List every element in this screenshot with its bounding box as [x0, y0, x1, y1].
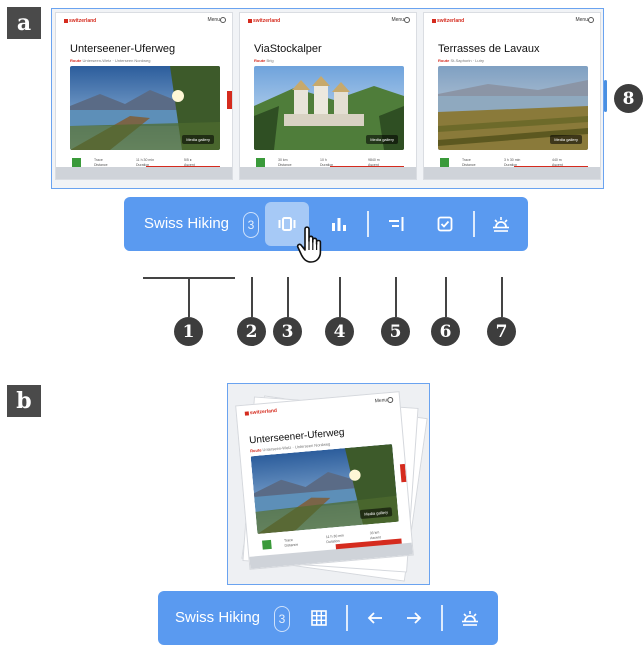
- search-icon[interactable]: [220, 17, 226, 23]
- item-count-badge: 3: [274, 606, 290, 632]
- scroll-indicator[interactable]: [604, 80, 607, 112]
- next-button[interactable]: [392, 596, 436, 640]
- panel-label-a: a: [7, 7, 41, 39]
- brand-logo: switzerland: [248, 18, 280, 24]
- menu-button[interactable]: Menu: [391, 17, 404, 23]
- toolbar-title: Swiss Hiking: [175, 609, 261, 626]
- panel-label-b: b: [7, 385, 41, 417]
- card-subtitle: Route Unterseen-Wetz · Unterseen Nordweg: [70, 58, 151, 63]
- brand-logo: switzerland: [64, 18, 96, 24]
- leader-line: [339, 277, 341, 317]
- leader-line: [251, 277, 253, 317]
- stat-value: 10 h: [320, 158, 327, 162]
- brand-logo: switzerland: [245, 408, 278, 417]
- menu-button[interactable]: Menu: [207, 17, 220, 23]
- stat-value: 11 h 30 min: [136, 158, 155, 162]
- previous-button[interactable]: [353, 596, 397, 640]
- stack-canvas: switzerland Menu Unterseener-Uferweg Rou…: [227, 383, 430, 585]
- route-photo: Media gallery: [250, 443, 399, 535]
- route-card[interactable]: switzerland Menu ViaStockalper Route Bri…: [239, 12, 417, 180]
- route-card[interactable]: switzerland Menu Terrasses de Lavaux Rou…: [423, 12, 601, 180]
- checkbox-icon: [437, 216, 453, 232]
- map-thumbnail-icon: [440, 158, 449, 167]
- callout-6: 6: [431, 317, 460, 346]
- callout-3: 3: [273, 317, 302, 346]
- brand-logo: switzerland: [432, 18, 464, 24]
- leader-line: [395, 277, 397, 317]
- grid-view-button[interactable]: [297, 596, 341, 640]
- stat-value: 440 m: [552, 158, 562, 162]
- search-icon[interactable]: [404, 17, 410, 23]
- callout-5: 5: [381, 317, 410, 346]
- card-title: Terrasses de Lavaux: [438, 43, 540, 55]
- stat-value: 30 km: [278, 158, 288, 162]
- route-photo: Media gallery: [438, 66, 588, 150]
- side-tab[interactable]: [227, 91, 232, 109]
- weather-icon: [493, 217, 509, 232]
- weather-button[interactable]: [479, 202, 523, 246]
- callout-2: 2: [237, 317, 266, 346]
- card-title: ViaStockalper: [254, 43, 322, 55]
- toolbar-title: Swiss Hiking: [144, 215, 230, 232]
- side-tab[interactable]: [399, 463, 407, 483]
- weather-icon: [462, 611, 478, 626]
- media-gallery-button[interactable]: Media gallery: [182, 135, 214, 144]
- item-count-badge: 3: [243, 212, 259, 238]
- stat-value: Trace: [462, 158, 471, 162]
- media-gallery-button[interactable]: Media gallery: [366, 135, 398, 144]
- callout-7: 7: [487, 317, 516, 346]
- toolbar-stack: Swiss Hiking 3: [158, 591, 498, 645]
- grid-view-icon: [311, 610, 327, 626]
- leader-line: [501, 277, 503, 317]
- toolbar-divider: [441, 605, 443, 631]
- align-right-icon: [389, 217, 404, 231]
- stat-value: 5/5 ♦: [184, 158, 192, 162]
- leader-line: [287, 277, 289, 317]
- menu-button[interactable]: Menu: [375, 397, 388, 404]
- card-subtitle: Route Brig: [254, 58, 274, 63]
- route-photo: Media gallery: [254, 66, 404, 150]
- callout-4: 4: [325, 317, 354, 346]
- menu-button[interactable]: Menu: [575, 17, 588, 23]
- card-subtitle: Route St-Saphorin · Lutry: [438, 58, 485, 63]
- callout-8: 8: [614, 84, 643, 113]
- card-title: Unterseener-Uferweg: [70, 43, 176, 55]
- media-gallery-button[interactable]: Media gallery: [550, 135, 582, 144]
- map-thumbnail-icon: [262, 539, 272, 550]
- align-button[interactable]: [374, 202, 418, 246]
- stat-label: Distance: [284, 542, 299, 548]
- carousel-canvas: switzerland Menu Unterseener-Uferweg Rou…: [51, 8, 604, 189]
- route-card[interactable]: switzerland Menu Unterseener-Uferweg Rou…: [55, 12, 233, 180]
- toolbar-divider: [473, 211, 475, 237]
- callout-1: 1: [174, 317, 203, 346]
- bar-chart-icon: [332, 218, 346, 231]
- map-thumbnail-icon: [72, 158, 81, 167]
- select-button[interactable]: [423, 202, 467, 246]
- search-icon[interactable]: [588, 17, 594, 23]
- carousel-view-icon: [278, 217, 296, 231]
- map-thumbnail-icon: [256, 158, 265, 167]
- hand-cursor-icon: [296, 226, 322, 263]
- leader-line: [445, 277, 447, 317]
- card-footer: [240, 167, 416, 179]
- card-footer: [56, 167, 232, 179]
- card-footer: [424, 167, 600, 179]
- toolbar-divider: [367, 211, 369, 237]
- search-icon[interactable]: [386, 396, 394, 404]
- toolbar-divider: [346, 605, 348, 631]
- route-photo: Media gallery: [70, 66, 220, 150]
- stat-value: Trace: [94, 158, 103, 162]
- arrow-left-icon: [367, 612, 382, 624]
- weather-button[interactable]: [448, 596, 492, 640]
- stat-value: 3 h 30 min: [504, 158, 521, 162]
- arrow-right-icon: [407, 612, 422, 624]
- stat-value: 9840 m: [368, 158, 380, 162]
- leader-line: [188, 277, 190, 317]
- stacked-card-front[interactable]: switzerland Menu Unterseener-Uferweg Rou…: [235, 391, 414, 570]
